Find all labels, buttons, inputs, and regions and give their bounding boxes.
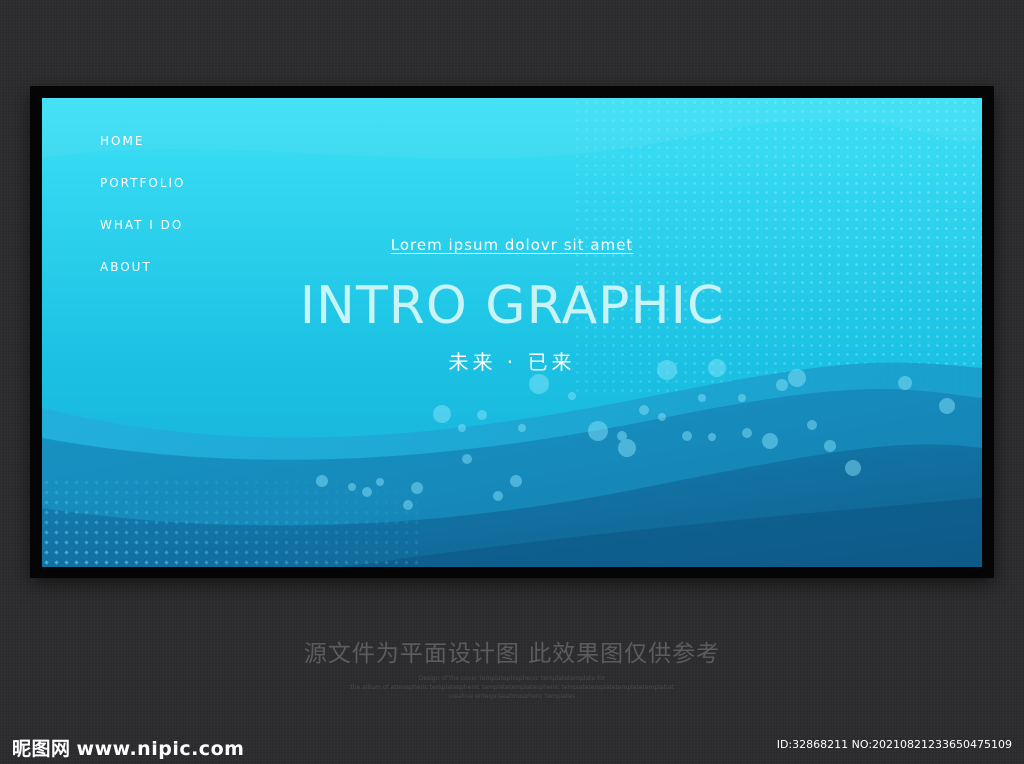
logo-text: 昵图网 xyxy=(12,738,71,760)
watermark-url[interactable]: www.nipic.com xyxy=(77,738,245,760)
nav-item-portfolio[interactable]: PORTFOLIO xyxy=(100,176,186,190)
nav-item-what-i-do[interactable]: WHAT I DO xyxy=(100,218,186,232)
fine-print-line: Design of the cover templatephisphenic t… xyxy=(418,675,606,682)
nav-item-about[interactable]: ABOUT xyxy=(100,260,186,274)
site-watermark-logo[interactable]: 昵图网 www.nipic.com xyxy=(12,734,244,761)
fine-print-line: the album of atmospheric templatesphenic… xyxy=(350,684,674,691)
hero-subtitle: 未来 · 已来 xyxy=(448,350,576,374)
hero-tagline-link[interactable]: Lorem ipsum dolovr sit amet xyxy=(42,236,982,254)
image-id-label: ID:32868211 NO:20210821233650475109 xyxy=(776,738,1012,751)
template-fine-print: Design of the cover templatephisphenic t… xyxy=(300,674,724,701)
preview-caption: 源文件为平面设计图 此效果图仅供参考 xyxy=(303,641,721,667)
hero-banner: HOME PORTFOLIO WHAT I DO ABOUT Lorem ips… xyxy=(42,98,982,567)
nav-item-home[interactable]: HOME xyxy=(100,134,186,148)
hero-title: INTRO GRAPHIC xyxy=(299,276,725,336)
fine-print-line: creative enterpriseatmospheric templates xyxy=(448,693,576,700)
